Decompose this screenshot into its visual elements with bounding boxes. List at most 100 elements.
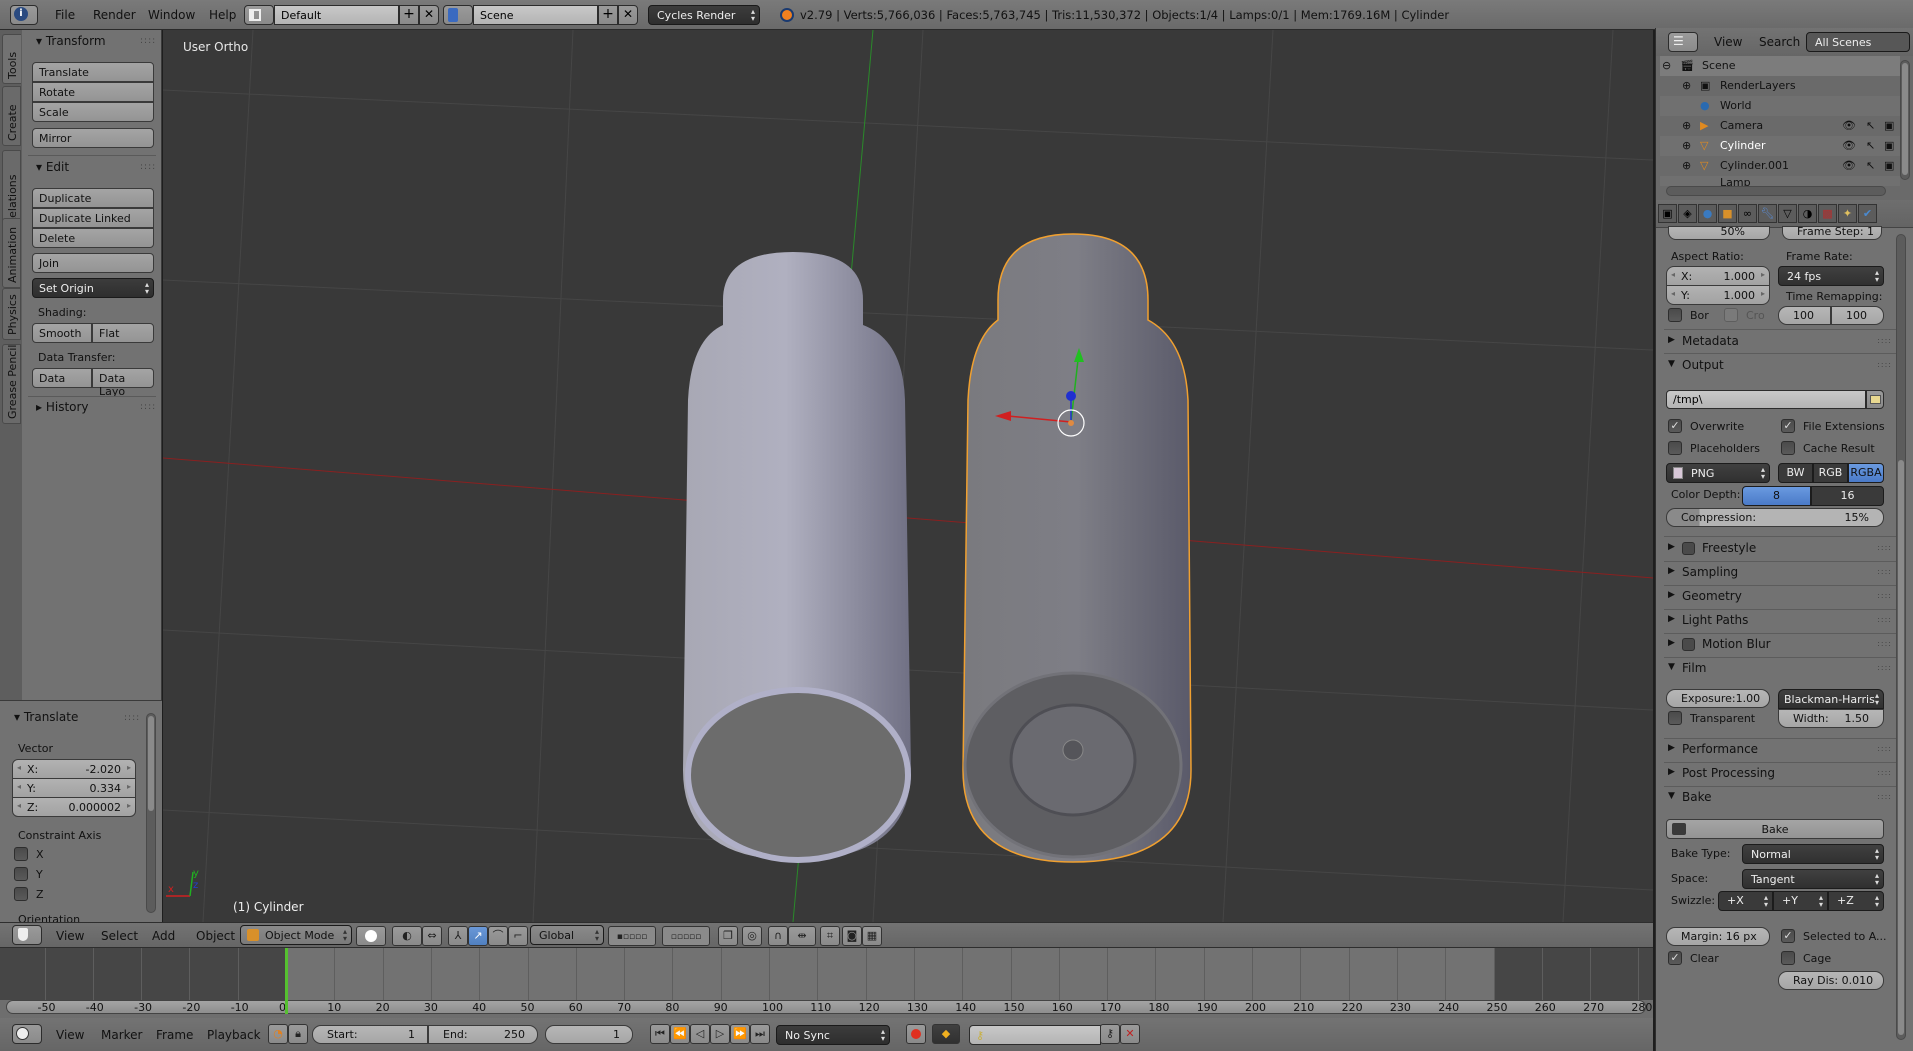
delete-button[interactable]: Delete <box>32 228 154 248</box>
preview-range-button[interactable]: ◔ <box>268 1024 288 1044</box>
color-mode-bw[interactable]: BW <box>1778 463 1813 483</box>
tab-modifiers[interactable]: 🔧︎ <box>1758 204 1777 223</box>
data-transfer-button[interactable]: Data <box>32 368 92 388</box>
expand-icon[interactable]: ⊕ <box>1682 119 1691 132</box>
bake-type-select[interactable]: Normal ▴ ▾ <box>1742 844 1884 864</box>
delete-scene-button[interactable]: ✕ <box>618 5 638 25</box>
insert-keyframe-button[interactable]: ⚷ <box>1100 1024 1120 1044</box>
geometry-section-header[interactable]: ▶ Geometry:::: <box>1664 586 1896 608</box>
filter-width-field[interactable]: Width: 1.50 <box>1778 709 1884 728</box>
keying-mode-select[interactable]: ◆ <box>932 1024 960 1044</box>
frame-step-field[interactable]: Frame Step: 1 <box>1782 225 1882 240</box>
opengl-render-animation-button[interactable]: ▦ <box>862 926 882 946</box>
duplicate-linked-button[interactable]: Duplicate Linked <box>32 208 154 228</box>
tab-mesh-data[interactable]: ▽ <box>1778 204 1797 223</box>
transform-panel-header[interactable]: ▾ Transform <box>36 34 106 48</box>
current-frame-field[interactable]: 1 <box>545 1025 633 1044</box>
editor-type-button[interactable]: ☰ <box>1668 32 1698 52</box>
menu-help[interactable]: Help <box>209 8 236 22</box>
cylinder-001-object[interactable] <box>683 252 911 863</box>
drag-handle-icon[interactable]: :::: <box>1877 768 1892 777</box>
snap-element-select[interactable]: ⇹ <box>788 926 816 946</box>
join-button[interactable]: Join <box>32 253 154 273</box>
outliner-item-cylinder-001[interactable]: ⊕ ▽ Cylinder.001 👁︎ ↖ ▣ <box>1660 156 1900 176</box>
constraint-x-checkbox[interactable] <box>14 847 28 861</box>
tab-world[interactable]: ● <box>1698 204 1717 223</box>
ray-distance-field[interactable]: Ray Dis: 0.010 <box>1778 971 1884 990</box>
drag-handle-icon[interactable]: :::: <box>140 162 156 172</box>
outliner-item-lamp[interactable]: Lamp <box>1660 176 1900 186</box>
tab-material[interactable]: ◑ <box>1798 204 1817 223</box>
select-cursor-icon[interactable]: ↖ <box>1866 139 1875 152</box>
select-cursor-icon[interactable]: ↖ <box>1866 119 1875 132</box>
drag-handle-icon[interactable]: :::: <box>124 713 140 723</box>
mode-select[interactable]: Object Mode ▴ ▾ <box>240 925 352 945</box>
tab-create[interactable]: Create <box>2 86 21 146</box>
swizzle-b-select[interactable]: +Z ▴ ▾ <box>1828 891 1884 911</box>
drag-handle-icon[interactable]: :::: <box>1877 615 1892 624</box>
mirror-button[interactable]: Mirror <box>32 128 154 148</box>
render-icon[interactable]: ▣ <box>1884 139 1894 152</box>
color-mode-rgba[interactable]: RGBA <box>1848 463 1884 483</box>
lock-time-cursor-button[interactable]: 🔒︎ <box>288 1024 308 1044</box>
border-checkbox[interactable] <box>1668 308 1682 322</box>
time-remap-old-field[interactable]: 100 <box>1778 306 1831 325</box>
scene-name-field[interactable]: Scene <box>473 5 598 25</box>
operator-panel-header[interactable]: ▾ Translate <box>14 710 78 724</box>
pivot-point-button[interactable]: ◐ <box>392 926 422 946</box>
select-cursor-icon[interactable]: ↖ <box>1866 159 1875 172</box>
add-layout-button[interactable]: + <box>399 5 419 25</box>
menu-playback[interactable]: Playback <box>207 1028 261 1042</box>
outliner-item-renderlayers[interactable]: ⊕ ▣ RenderLayers <box>1660 76 1900 96</box>
jump-to-start-button[interactable]: ⏮ <box>650 1024 670 1044</box>
scroll-thumb[interactable] <box>148 716 154 811</box>
post-processing-section-header[interactable]: ▶ Post Processing:::: <box>1664 763 1896 785</box>
render-icon[interactable]: ▣ <box>1884 159 1894 172</box>
crop-checkbox[interactable] <box>1724 308 1738 322</box>
collapse-icon[interactable]: ⊖ <box>1662 59 1671 72</box>
sync-mode-select[interactable]: No Sync ▴ ▾ <box>776 1025 890 1045</box>
freestyle-checkbox[interactable] <box>1682 542 1695 555</box>
output-path-field[interactable]: /tmp\ <box>1666 390 1866 409</box>
manipulator-toggle-button[interactable]: ⅄ <box>448 926 468 946</box>
metadata-section-header[interactable]: ▶ Metadata:::: <box>1664 331 1896 353</box>
shade-flat-button[interactable]: Flat <box>92 323 154 343</box>
outliner-item-world[interactable]: ● World <box>1660 96 1900 116</box>
swizzle-r-select[interactable]: +X ▴ ▾ <box>1718 891 1773 911</box>
outliner-item-cylinder[interactable]: ⊕ ▽ Cylinder 👁︎ ↖ ▣ <box>1660 136 1900 156</box>
tab-grease-pencil[interactable]: Grease Pencil <box>2 344 21 424</box>
swizzle-g-select[interactable]: +Y ▴ ▾ <box>1773 891 1828 911</box>
play-reverse-button[interactable]: ◁ <box>690 1024 710 1044</box>
rotate-button[interactable]: Rotate <box>32 82 154 102</box>
menu-file[interactable]: File <box>55 8 75 22</box>
vector-y-field[interactable]: ◂ Y: 0.334 ▸ <box>12 778 136 798</box>
current-frame-playhead[interactable] <box>285 948 288 1014</box>
selected-to-active-checkbox[interactable]: ✓ <box>1781 929 1795 943</box>
start-frame-field[interactable]: Start: 1 <box>312 1025 428 1044</box>
editor-type-button[interactable] <box>12 1024 42 1044</box>
drag-handle-icon[interactable]: :::: <box>1877 744 1892 753</box>
vector-x-field[interactable]: ◂ X: -2.020 ▸ <box>12 759 136 779</box>
delete-layout-button[interactable]: ✕ <box>419 5 439 25</box>
scale-manipulator-button[interactable]: ⌐ <box>508 926 528 946</box>
eye-icon[interactable]: 👁︎ <box>1842 119 1856 132</box>
add-scene-button[interactable]: + <box>598 5 618 25</box>
jump-next-keyframe-button[interactable]: ⏩ <box>730 1024 750 1044</box>
tab-particles[interactable]: ✦ <box>1838 204 1857 223</box>
history-panel-header[interactable]: ▸ History <box>36 400 89 414</box>
color-depth-8[interactable]: 8 <box>1742 486 1811 506</box>
layers-grid-1[interactable]: ▪▫▫▫▫ <box>608 926 656 946</box>
keying-set-field[interactable]: ⚷ <box>969 1025 1101 1045</box>
menu-view[interactable]: View <box>56 929 84 943</box>
motion-blur-checkbox[interactable] <box>1682 638 1695 651</box>
timeline-editor[interactable]: -50 -40 -30 -20 -10 0 10 20 30 40 50 60 70 80 90 100 110… <box>0 948 1653 1051</box>
drag-handle-icon[interactable]: :::: <box>140 402 156 412</box>
transparent-checkbox[interactable] <box>1668 711 1682 725</box>
editor-type-button[interactable]: i <box>10 5 38 25</box>
color-depth-16[interactable]: 16 <box>1811 486 1884 506</box>
light-paths-section-header[interactable]: ▶ Light Paths:::: <box>1664 610 1896 632</box>
outliner-hscrollbar[interactable] <box>1666 186 1886 196</box>
layout-browse-button[interactable] <box>244 5 274 25</box>
shade-smooth-button[interactable]: Smooth <box>32 323 92 343</box>
menu-view[interactable]: View <box>56 1028 84 1042</box>
